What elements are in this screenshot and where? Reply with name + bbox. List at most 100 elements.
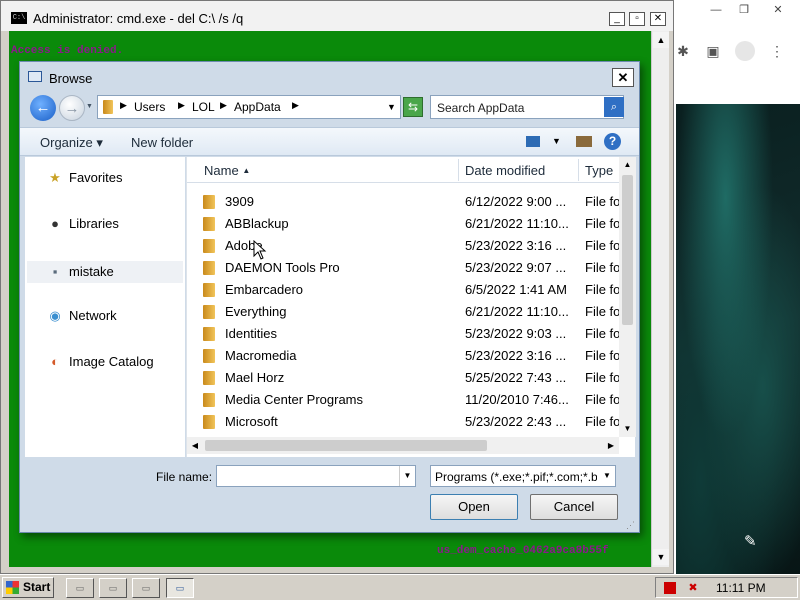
file-date: 5/23/2022 3:16 ... [465, 238, 567, 253]
file-row[interactable]: DAEMON Tools Pro 5/23/2022 9:07 ... File f… [187, 257, 619, 279]
clock[interactable]: 11:11 PM [716, 581, 766, 595]
file-row[interactable]: Macromedia 5/23/2022 3:16 ... File fo [187, 345, 619, 367]
chevron-right-icon[interactable]: ▶ [178, 100, 185, 111]
network-error-icon[interactable]: ✖ [686, 581, 700, 595]
preview-pane-icon[interactable] [576, 136, 592, 147]
browser-minimize-button[interactable]: — [702, 2, 730, 18]
nav-item-favorites[interactable]: ★ Favorites [47, 169, 122, 187]
file-list-hscrollbar[interactable]: ◀ ▶ [187, 437, 619, 454]
menu-icon[interactable]: ⋮ [768, 42, 786, 60]
forward-button[interactable]: → [59, 95, 85, 121]
scroll-right-icon[interactable]: ▶ [603, 437, 619, 454]
scroll-down-icon[interactable]: ▼ [619, 421, 636, 437]
nav-item-mistake[interactable]: ▪ mistake [27, 261, 183, 283]
edit-icon[interactable]: ✎ [744, 532, 757, 550]
nav-item-image-catalog[interactable]: ◐ Image Catalog [47, 353, 154, 371]
extensions-icon[interactable]: ✱ [674, 42, 692, 60]
taskbar-item[interactable]: ▭ [66, 578, 94, 598]
file-row[interactable]: Embarcadero 6/5/2022 1:41 AM File fo [187, 279, 619, 301]
address-bar[interactable]: ▶ Users ▶ LOL ▶ AppData ▶ ▼ [97, 95, 401, 119]
cancel-button[interactable]: Cancel [530, 494, 618, 520]
open-button[interactable]: Open [430, 494, 518, 520]
taskbar-item[interactable]: ▭ [99, 578, 127, 598]
file-name-input[interactable]: ▼ [216, 465, 416, 487]
tray-app-icon[interactable] [664, 582, 676, 594]
view-icon[interactable] [526, 136, 540, 147]
resize-grip-icon[interactable]: ⋰ [626, 520, 635, 531]
organize-button[interactable]: Organize ▾ [40, 135, 103, 151]
column-name[interactable]: Name ▲ [204, 163, 250, 178]
file-type: File fo [585, 260, 619, 275]
mouse-cursor-icon [253, 240, 267, 260]
sidepanel-icon[interactable]: ▣ [704, 42, 722, 60]
refresh-button[interactable]: ⇆ [403, 97, 423, 117]
chevron-right-icon[interactable]: ▶ [220, 100, 227, 111]
file-row[interactable]: Adobe 5/23/2022 3:16 ... File fo [187, 235, 619, 257]
browser-window: — ❐ ✕ ✱ ▣ ⋮ ✎ [668, 0, 800, 574]
file-date: 6/21/2022 11:10... [465, 304, 569, 319]
column-type[interactable]: Type [585, 163, 613, 178]
taskbar-item[interactable]: ▭ [132, 578, 160, 598]
cmd-icon: C:\ [11, 12, 27, 24]
back-button[interactable]: ← [30, 95, 56, 121]
nav-item-network[interactable]: ◉ Network [47, 307, 116, 325]
help-icon[interactable]: ? [604, 133, 621, 150]
scroll-left-icon[interactable]: ◀ [187, 437, 203, 454]
file-row[interactable]: 3909 6/12/2022 9:00 ... File fo [187, 191, 619, 213]
file-row[interactable]: Media Center Programs 11/20/2010 7:46... F… [187, 389, 619, 411]
cmd-minimize-button[interactable]: _ [609, 12, 625, 26]
file-row[interactable]: Everything 6/21/2022 11:10... File fo [187, 301, 619, 323]
user-icon: ▪ [52, 263, 58, 279]
nav-item-libraries[interactable]: ● Libraries [47, 215, 119, 233]
file-row[interactable]: Mael Horz 5/25/2022 7:43 ... File fo [187, 367, 619, 389]
scroll-down-icon[interactable]: ▼ [653, 549, 669, 565]
file-row[interactable]: ABBlackup 6/21/2022 11:10... File fo [187, 213, 619, 235]
scroll-thumb[interactable] [205, 440, 487, 451]
cmd-maximize-button[interactable]: ▫ [629, 12, 645, 26]
file-type: File fo [585, 194, 619, 209]
cmd-close-button[interactable]: ✕ [650, 12, 666, 26]
browser-close-button[interactable]: ✕ [764, 2, 792, 18]
file-name: DAEMON Tools Pro [225, 260, 340, 275]
scroll-thumb[interactable] [622, 175, 633, 325]
column-date-modified[interactable]: Date modified [465, 163, 545, 178]
avatar[interactable] [735, 41, 755, 61]
dialog-title: Browse [49, 71, 93, 86]
breadcrumb-users[interactable]: Users [134, 100, 165, 114]
start-button[interactable]: Start [2, 577, 54, 598]
file-row[interactable]: Microsoft 5/23/2022 2:43 ... File fo [187, 411, 619, 433]
recent-locations-icon[interactable]: ▼ [86, 103, 93, 110]
file-name: Microsoft [225, 414, 278, 429]
scroll-up-icon[interactable]: ▲ [619, 157, 636, 173]
file-type: File fo [585, 370, 619, 385]
breadcrumb-lol[interactable]: LOL [192, 100, 215, 114]
file-name: 3909 [225, 194, 254, 209]
chevron-right-icon[interactable]: ▶ [292, 100, 299, 111]
file-list-vscrollbar[interactable]: ▲ ▼ [619, 157, 636, 437]
scroll-up-icon[interactable]: ▲ [653, 32, 669, 48]
chevron-down-icon[interactable]: ▼ [387, 102, 396, 112]
file-name: Macromedia [225, 348, 297, 363]
dialog-close-button[interactable]: ✕ [612, 68, 634, 87]
search-input[interactable]: Search AppData ⌕ [430, 95, 624, 119]
cmd-title: Administrator: cmd.exe - del C:\ /s /q [33, 11, 244, 26]
cmd-scrollbar[interactable]: ▲ ▼ [651, 31, 669, 567]
file-date: 5/25/2022 7:43 ... [465, 370, 567, 385]
browser-maximize-button[interactable]: ❐ [730, 2, 758, 18]
breadcrumb-appdata[interactable]: AppData [234, 100, 281, 114]
file-row[interactable]: Identities 5/23/2022 9:03 ... File fo [187, 323, 619, 345]
file-type: File fo [585, 326, 619, 341]
chevron-right-icon[interactable]: ▶ [120, 100, 127, 111]
file-name: Media Center Programs [225, 392, 363, 407]
chevron-down-icon[interactable]: ▼ [399, 466, 415, 486]
search-icon[interactable]: ⌕ [604, 97, 624, 117]
taskbar-item-browse[interactable]: ▭ [166, 578, 194, 598]
file-type-select[interactable]: Programs (*.exe;*.pif;*.com;*.ba ▼ [430, 465, 616, 487]
folder-icon [203, 305, 215, 319]
chevron-down-icon[interactable]: ▼ [599, 466, 615, 486]
view-options-icon[interactable]: ▼ [552, 136, 561, 146]
new-folder-button[interactable]: New folder [131, 135, 193, 150]
sort-ascending-icon: ▲ [242, 166, 251, 175]
file-list: Name ▲ Date modified Type 3909 6/12/2022 … [186, 157, 636, 457]
search-placeholder: Search AppData [437, 101, 525, 115]
